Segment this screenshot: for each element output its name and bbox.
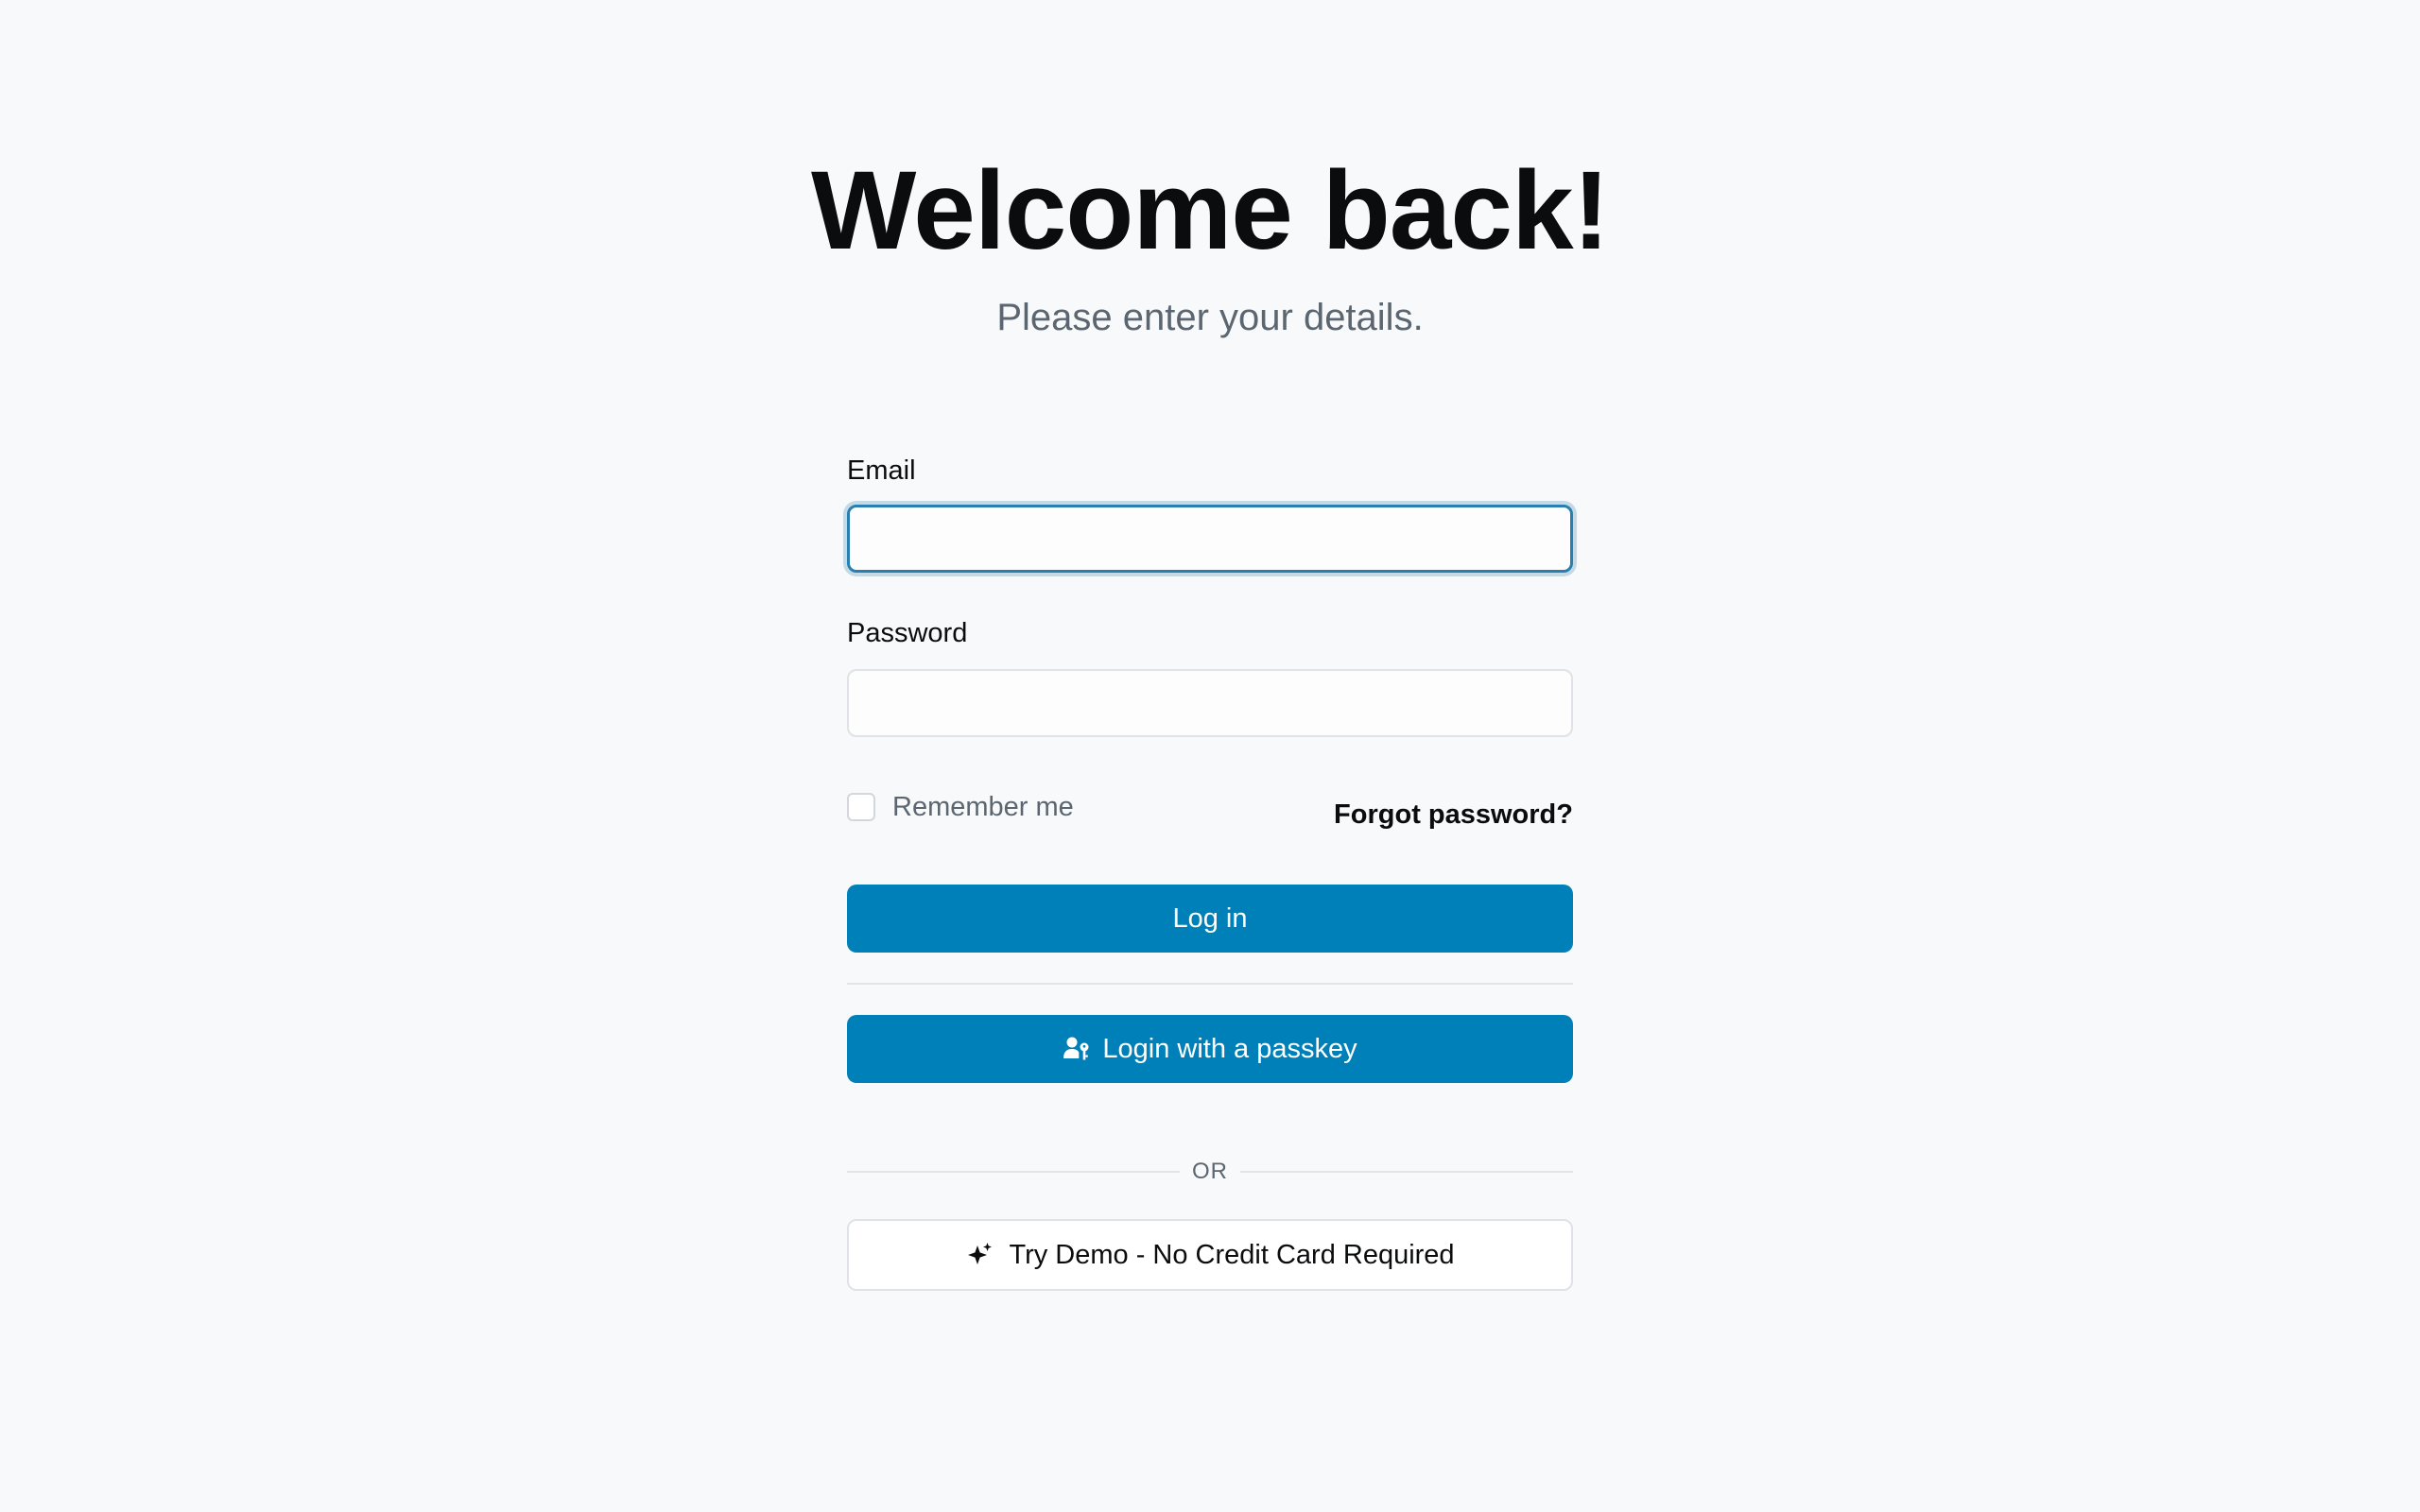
user-key-icon [1063, 1035, 1091, 1063]
sparkle-icon [965, 1241, 994, 1269]
password-label: Password [847, 618, 968, 648]
try-demo-button[interactable]: Try Demo - No Credit Card Required [847, 1219, 1573, 1291]
try-demo-label: Try Demo - No Credit Card Required [1009, 1239, 1455, 1270]
email-field[interactable] [847, 505, 1573, 573]
page-subtitle: Please enter your details. [996, 297, 1424, 338]
or-label: OR [1192, 1159, 1228, 1184]
passkey-login-button[interactable]: Login with a passkey [847, 1015, 1573, 1083]
remember-me-label[interactable]: Remember me [892, 790, 1074, 824]
forgot-password-link[interactable]: Forgot password? [1334, 798, 1573, 832]
email-label: Email [847, 455, 916, 486]
password-field[interactable] [847, 669, 1573, 737]
divider [847, 983, 1573, 985]
or-separator: OR [847, 1155, 1573, 1189]
remember-me-checkbox[interactable] [847, 793, 875, 821]
page-title: Welcome back! [811, 148, 1610, 273]
remember-me: Remember me [847, 790, 1074, 824]
login-button[interactable]: Log in [847, 885, 1573, 953]
passkey-button-label: Login with a passkey [1102, 1033, 1357, 1064]
login-button-label: Log in [1172, 902, 1248, 934]
login-page: Welcome back! Please enter your details.… [0, 0, 2420, 1512]
